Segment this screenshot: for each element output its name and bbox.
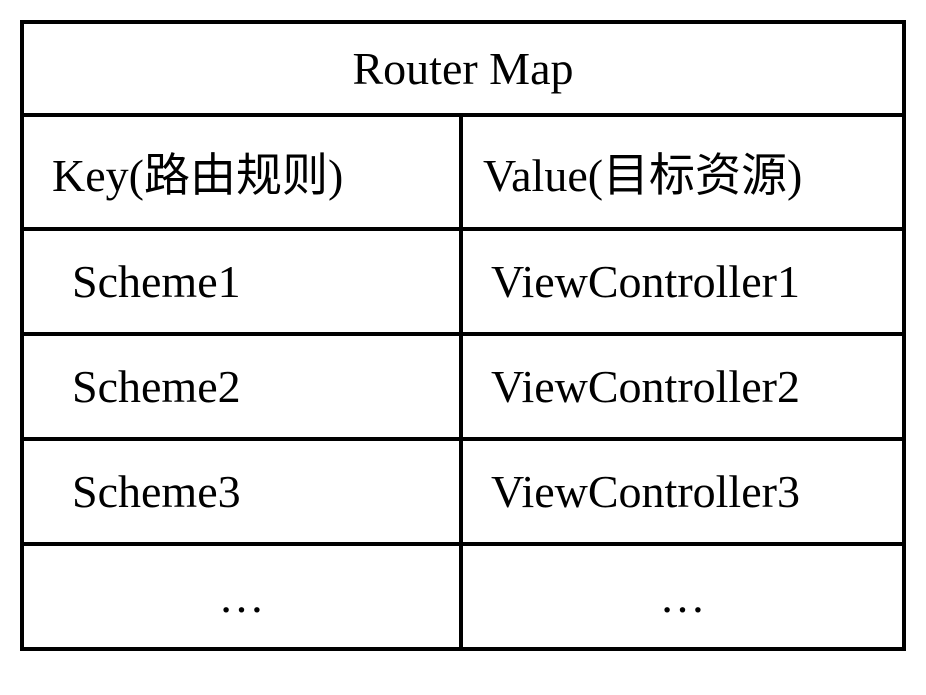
cell-value: ViewController1 — [463, 231, 902, 332]
ellipsis-key: … — [24, 546, 463, 647]
cell-value: ViewController3 — [463, 441, 902, 542]
table-ellipsis-row: … … — [24, 546, 902, 647]
cell-key: Scheme1 — [24, 231, 463, 332]
cell-key: Scheme2 — [24, 336, 463, 437]
table-title: Router Map — [24, 24, 902, 117]
ellipsis-value: … — [463, 546, 902, 647]
router-map-table: Router Map Key(路由规则) Value(目标资源) Scheme1… — [20, 20, 906, 651]
table-header-row: Key(路由规则) Value(目标资源) — [24, 117, 902, 231]
cell-value: ViewController2 — [463, 336, 902, 437]
table-row: Scheme1 ViewController1 — [24, 231, 902, 336]
table-row: Scheme2 ViewController2 — [24, 336, 902, 441]
header-key: Key(路由规则) — [24, 117, 463, 227]
cell-key: Scheme3 — [24, 441, 463, 542]
header-value: Value(目标资源) — [463, 117, 902, 227]
table-row: Scheme3 ViewController3 — [24, 441, 902, 546]
